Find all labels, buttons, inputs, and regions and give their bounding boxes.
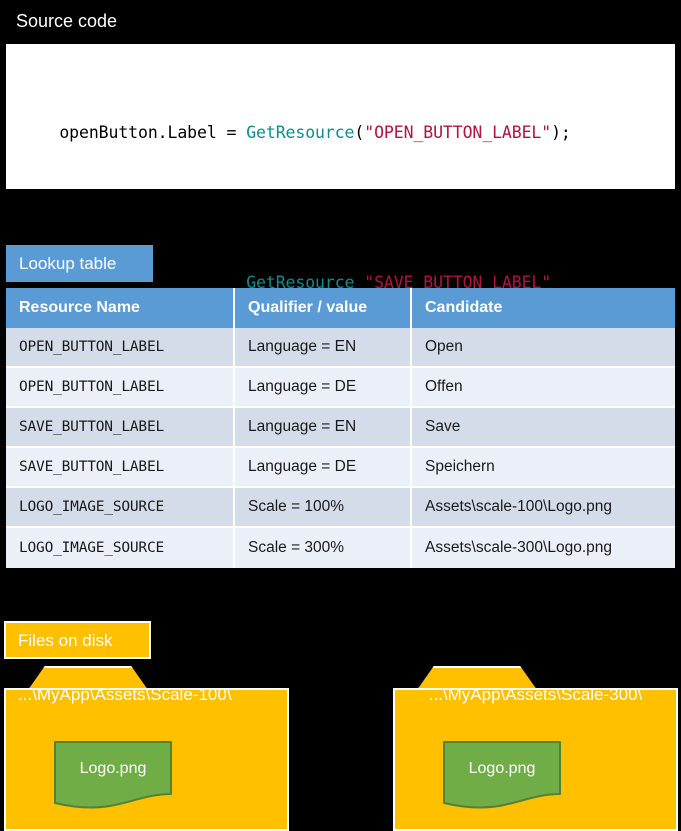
code-line: openButton.Label = GetResource("OPEN_BUT… [20,58,675,208]
code-target: openButton.Label [59,123,217,142]
table-row: LOGO_IMAGE_SOURCE Scale = 100% Assets\sc… [6,488,675,528]
column-header-qualifier-value: Qualifier / value [235,288,412,328]
cell-candidate: Speichern [412,448,675,488]
cell-qualifier: Language = DE [235,448,412,488]
cell-candidate: Offen [412,368,675,408]
files-on-disk-chip: Files on disk [4,621,151,659]
cell-resource-name: SAVE_BUTTON_LABEL [6,408,235,448]
cell-resource-name: OPEN_BUTTON_LABEL [6,328,235,368]
table-header-row: Resource Name Qualifier / value Candidat… [6,288,675,328]
folder-scale-100[interactable]: ...\MyApp\Assets\Scale-100\ Logo.png [4,666,289,831]
folder-scale-300[interactable]: ...\MyApp\Assets\Scale-300\ Logo.png [393,666,678,831]
code-equals: = [216,123,247,142]
source-code-panel: openButton.Label = GetResource("OPEN_BUT… [6,44,675,442]
cell-candidate: Open [412,328,675,368]
table-row: SAVE_BUTTON_LABEL Language = DE Speicher… [6,448,675,488]
cell-qualifier: Language = EN [235,408,412,448]
cell-resource-name: OPEN_BUTTON_LABEL [6,368,235,408]
code-string: "OPEN_BUTTON_LABEL" [364,123,552,142]
cell-candidate: Assets\scale-300\Logo.png [412,528,675,568]
lookup-table: Resource Name Qualifier / value Candidat… [6,288,675,568]
lookup-table-chip: Lookup table [6,245,153,282]
cell-resource-name: SAVE_BUTTON_LABEL [6,448,235,488]
lookup-table-chip-label: Lookup table [19,254,117,273]
files-on-disk-chip-label: Files on disk [18,630,113,650]
source-code-caption: Source code [16,11,118,31]
cell-qualifier: Language = EN [235,328,412,368]
cell-resource-name: LOGO_IMAGE_SOURCE [6,528,235,568]
code-open-paren: ( [354,123,365,142]
column-header-resource-name: Resource Name [6,288,235,328]
cell-candidate: Assets\scale-100\Logo.png [412,488,675,528]
column-header-candidate: Candidate [412,288,675,328]
file-logo-png[interactable]: Logo.png [54,741,172,809]
code-close: ); [551,123,571,142]
table-row: OPEN_BUTTON_LABEL Language = DE Offen [6,368,675,408]
table-row: LOGO_IMAGE_SOURCE Scale = 300% Assets\sc… [6,528,675,568]
cell-qualifier: Language = DE [235,368,412,408]
code-function: GetResource [246,123,355,142]
cell-qualifier: Scale = 300% [235,528,412,568]
table-row: OPEN_BUTTON_LABEL Language = EN Open [6,328,675,368]
cell-candidate: Save [412,408,675,448]
table-row: SAVE_BUTTON_LABEL Language = EN Save [6,408,675,448]
file-logo-png[interactable]: Logo.png [443,741,561,809]
folder-path-label: ...\MyApp\Assets\Scale-100\ [18,685,232,704]
folder-path-label: ...\MyApp\Assets\Scale-300\ [428,685,643,704]
cell-qualifier: Scale = 100% [235,488,412,528]
cell-resource-name: LOGO_IMAGE_SOURCE [6,488,235,528]
